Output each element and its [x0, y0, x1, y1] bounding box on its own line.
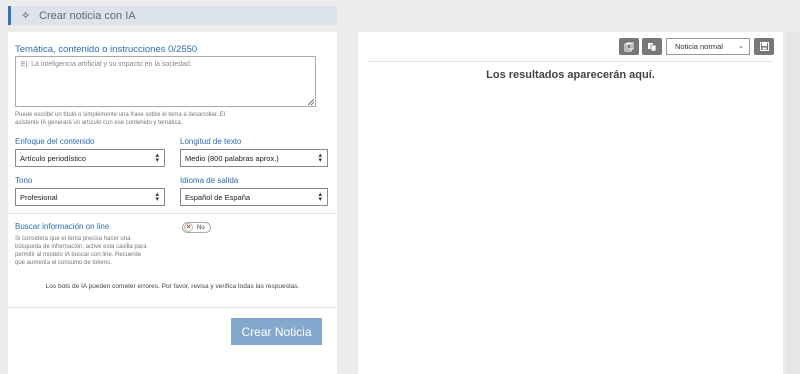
online-search-toggle[interactable]: × No: [182, 222, 211, 233]
sparkle-icon: ✧: [21, 9, 31, 22]
chevron-down-icon: ⌄: [738, 43, 744, 50]
language-label: Idioma de salida: [180, 176, 239, 185]
divider: [8, 307, 337, 308]
length-value: Medio (800 palabras aprox.): [185, 153, 279, 163]
language-value: Español de España: [185, 192, 251, 202]
online-help: Si considera que el tema precisa hacer u…: [15, 236, 147, 266]
copy-icon[interactable]: [642, 38, 662, 55]
focus-select[interactable]: Artículo periodístico ▴ ▾: [15, 149, 165, 167]
updown-arrow-icon: ▴ ▾: [318, 152, 322, 164]
topic-help: Puede escribir un título o simplemente u…: [15, 112, 226, 126]
copy-text-icon[interactable]: [619, 38, 639, 55]
tone-value: Profesional: [20, 192, 58, 202]
results-panel: Noticia normal ⌄ Los resultados aparecer…: [358, 32, 783, 374]
scrollbar[interactable]: [786, 32, 800, 374]
news-type-select[interactable]: Noticia normal ⌄: [666, 38, 750, 55]
create-news-button[interactable]: Crear Noticia: [231, 318, 322, 345]
online-label: Buscar información on line: [15, 222, 110, 231]
topic-textarea[interactable]: Ej: La inteligencia artificial y su impa…: [15, 56, 316, 107]
length-select[interactable]: Medio (800 palabras aprox.) ▴ ▾: [180, 149, 328, 167]
form-panel: Temática, contenido o instrucciones 0/25…: [8, 32, 337, 374]
ai-disclaimer: Los bots de IA pueden cometer errores. P…: [45, 283, 300, 290]
focus-label: Enfoque del contenido: [15, 137, 95, 146]
divider: [368, 61, 773, 62]
length-label: Longitud de texto: [180, 137, 242, 146]
save-icon[interactable]: [754, 38, 774, 55]
toggle-label: No: [197, 224, 205, 231]
focus-value: Artículo periodístico: [20, 153, 86, 163]
updown-arrow-icon: ▴ ▾: [155, 152, 159, 164]
tone-select[interactable]: Profesional ▴ ▾: [15, 188, 165, 206]
tone-label: Tono: [15, 176, 33, 185]
panel-title: Crear noticia con IA: [39, 9, 136, 22]
topic-label: Temática, contenido o instrucciones 0/25…: [15, 44, 198, 55]
topic-placeholder: Ej: La inteligencia artificial y su impa…: [21, 61, 192, 68]
divider: [8, 213, 337, 214]
results-placeholder: Los resultados aparecerán aquí.: [486, 69, 655, 81]
updown-arrow-icon: ▴ ▾: [318, 191, 322, 203]
updown-arrow-icon: ▴ ▾: [155, 191, 159, 203]
panel-header: ✧ Crear noticia con IA: [8, 6, 337, 25]
language-select[interactable]: Español de España ▴ ▾: [180, 188, 328, 206]
close-icon: ×: [184, 223, 193, 232]
news-type-value: Noticia normal: [675, 42, 723, 51]
resize-grip-icon[interactable]: [308, 99, 314, 105]
